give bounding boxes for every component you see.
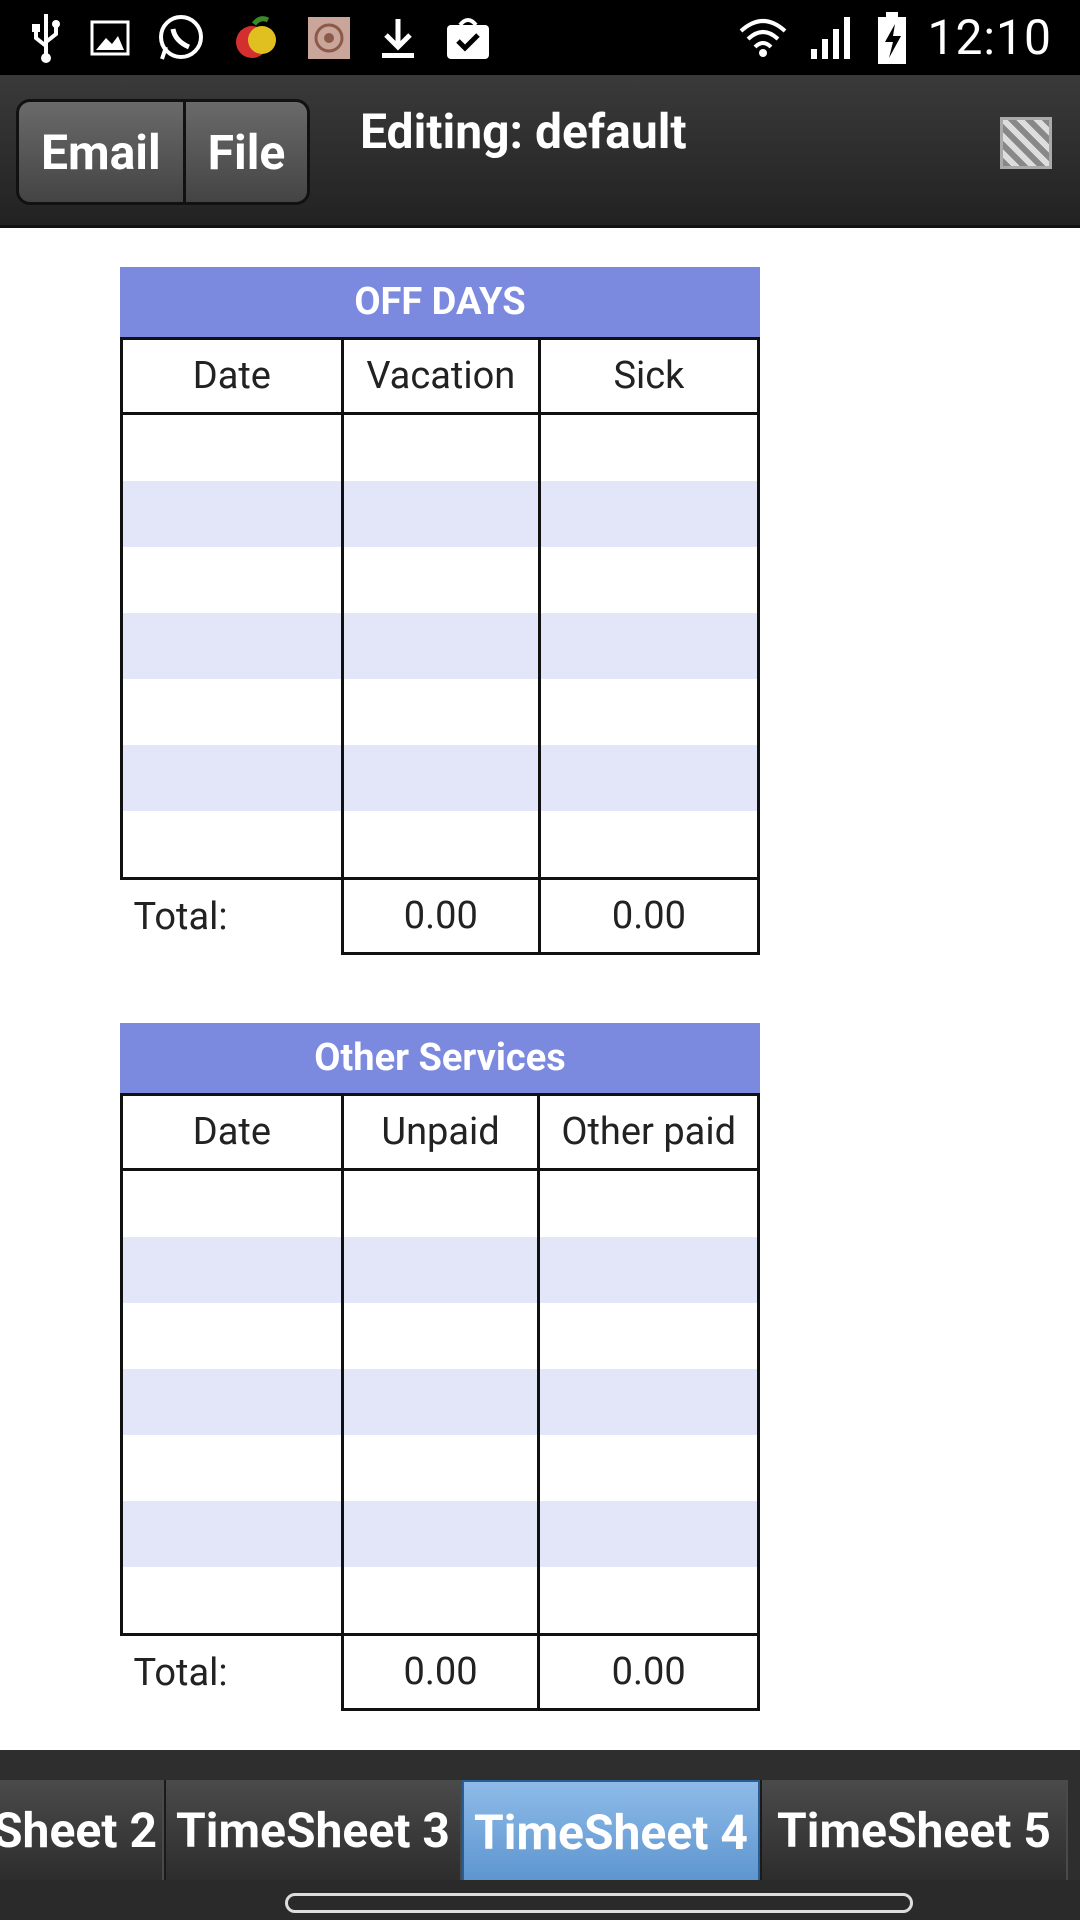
scrollbar[interactable] <box>285 1893 913 1913</box>
table-row <box>120 1237 760 1303</box>
col-header-sick: Sick <box>537 337 761 415</box>
sheet-tab-bar: Sheet 2 TimeSheet 3 TimeSheet 4 TimeShee… <box>0 1750 1080 1884</box>
tab-timesheet-4[interactable]: TimeSheet 4 <box>462 1780 760 1884</box>
cell[interactable] <box>537 1567 760 1636</box>
col-header-unpaid: Unpaid <box>340 1093 541 1171</box>
cell[interactable] <box>340 1169 541 1237</box>
table-row <box>120 1501 760 1567</box>
cell[interactable] <box>120 613 344 679</box>
off-days-table: OFF DAYS Date Vacation Sick Total: 0.00 … <box>120 267 761 955</box>
usb-icon <box>32 14 60 63</box>
cell[interactable] <box>340 1501 541 1567</box>
total-sick: 0.00 <box>537 877 761 955</box>
col-header-vacation: Vacation <box>340 337 541 415</box>
table-row <box>120 481 761 547</box>
cell[interactable] <box>120 745 344 811</box>
cell[interactable] <box>537 1237 760 1303</box>
cell[interactable] <box>340 679 541 745</box>
cell[interactable] <box>120 481 344 547</box>
cell[interactable] <box>537 745 761 811</box>
table-row <box>120 1169 760 1237</box>
email-button[interactable]: Email <box>19 102 186 202</box>
table-row <box>120 1567 760 1636</box>
total-label: Total: <box>133 894 228 939</box>
cell[interactable] <box>340 811 541 880</box>
clock: 12:10 <box>927 9 1052 66</box>
other-services-title: Other Services <box>120 1023 760 1093</box>
table-row <box>120 1369 760 1435</box>
cell[interactable] <box>120 547 344 613</box>
col-header-date: Date <box>120 337 344 415</box>
cell[interactable] <box>340 481 541 547</box>
app-icon <box>308 17 350 59</box>
shopping-bag-icon <box>447 18 489 59</box>
total-label: Total: <box>133 1650 228 1695</box>
cell[interactable] <box>537 547 761 613</box>
cell[interactable] <box>340 413 541 481</box>
cell[interactable] <box>537 1435 760 1501</box>
total-row: Total: 0.00 0.00 <box>122 877 761 955</box>
cell[interactable] <box>120 679 344 745</box>
total-row: Total: 0.00 0.00 <box>122 1633 760 1711</box>
qr-code-icon[interactable] <box>1000 117 1052 169</box>
cell[interactable] <box>120 413 344 481</box>
signal-icon <box>811 16 851 59</box>
total-unpaid: 0.00 <box>340 1633 541 1711</box>
cell[interactable] <box>537 1501 760 1567</box>
off-days-title: OFF DAYS <box>120 267 760 337</box>
col-header-other-paid: Other paid <box>537 1093 760 1171</box>
file-button[interactable]: File <box>185 102 308 202</box>
cell[interactable] <box>537 481 761 547</box>
other-services-table: Other Services Date Unpaid Other paid To… <box>120 1023 760 1711</box>
cell[interactable] <box>120 1435 344 1501</box>
cell[interactable] <box>120 811 344 880</box>
table-row <box>120 547 761 613</box>
table-row <box>120 413 761 481</box>
cell[interactable] <box>340 613 541 679</box>
fruit-app-icon <box>236 16 276 58</box>
status-bar: 12:10 <box>0 0 1080 75</box>
cell[interactable] <box>537 413 761 481</box>
table-row <box>120 745 761 811</box>
table-row <box>120 679 761 745</box>
table-row <box>120 613 761 679</box>
cell[interactable] <box>340 1303 541 1369</box>
cell[interactable] <box>120 1501 344 1567</box>
cell[interactable] <box>340 745 541 811</box>
button-group: Email File <box>16 99 311 205</box>
tab-timesheet-3[interactable]: TimeSheet 3 <box>164 1780 462 1880</box>
cell[interactable] <box>340 1369 541 1435</box>
cell[interactable] <box>340 1237 541 1303</box>
battery-charging-icon <box>878 11 907 64</box>
cell[interactable] <box>537 1369 760 1435</box>
cell[interactable] <box>537 613 761 679</box>
col-header-date: Date <box>120 1093 344 1171</box>
cell[interactable] <box>340 1567 541 1636</box>
table-row <box>120 1435 760 1501</box>
cell[interactable] <box>120 1237 344 1303</box>
page-title: Editing: default <box>360 103 687 160</box>
action-bar: Email File Editing: default <box>0 75 1080 228</box>
wifi-icon <box>740 18 787 57</box>
cell[interactable] <box>537 811 761 880</box>
cell[interactable] <box>120 1567 344 1636</box>
cell[interactable] <box>340 547 541 613</box>
cell[interactable] <box>120 1303 344 1369</box>
cell[interactable] <box>120 1169 344 1237</box>
table-row <box>120 1303 760 1369</box>
whatsapp-icon <box>159 15 203 60</box>
image-icon <box>90 20 130 56</box>
download-icon <box>382 19 414 58</box>
tab-timesheet-5[interactable]: TimeSheet 5 <box>760 1780 1068 1880</box>
cell[interactable] <box>537 679 761 745</box>
tab-sheet-2[interactable]: Sheet 2 <box>0 1780 164 1880</box>
cell[interactable] <box>120 1369 344 1435</box>
cell[interactable] <box>537 1169 760 1237</box>
total-vacation: 0.00 <box>340 877 541 955</box>
table-row <box>120 811 761 880</box>
total-other-paid: 0.00 <box>537 1633 760 1711</box>
cell[interactable] <box>537 1303 760 1369</box>
cell[interactable] <box>340 1435 541 1501</box>
